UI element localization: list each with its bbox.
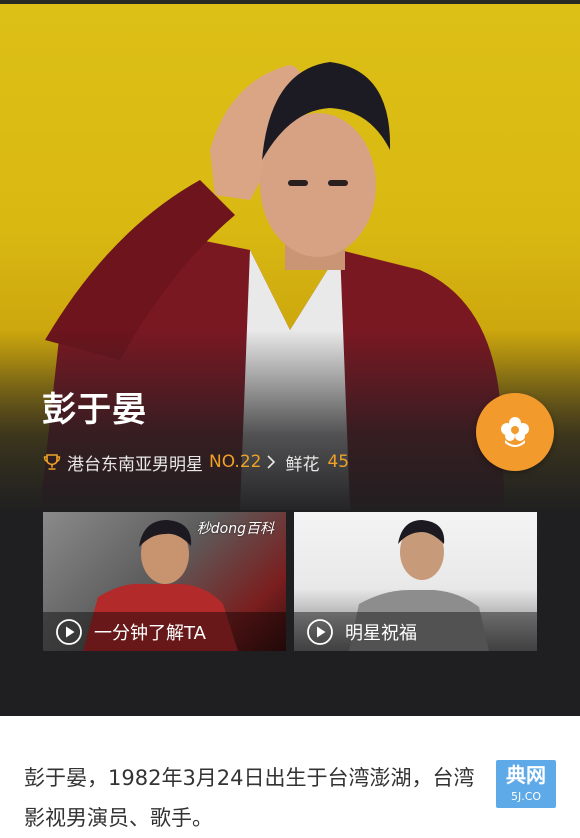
video-watermark: 秒dong百科 xyxy=(196,521,274,537)
flowers-label: 鲜花 xyxy=(285,454,320,475)
ranking-category: 港台东南亚男明星 xyxy=(67,454,203,475)
video-title: 一分钟了解TA xyxy=(94,622,206,644)
bio-section: 彭于晏，1982年3月24日出生于台湾澎湖，台湾影视男演员、歌手。 xyxy=(0,716,580,830)
video-caption-bar: 明星祝福 xyxy=(294,612,537,651)
ranking-number: NO.22 xyxy=(209,452,262,472)
bio-text: 彭于晏，1982年3月24日出生于台湾澎湖，台湾影视男演员、歌手。 xyxy=(24,766,475,830)
flower-icon xyxy=(501,417,529,447)
ranking-row[interactable]: 港台东南亚男明星 NO.22 鲜花 45 xyxy=(42,450,350,475)
star-hero: 彭于晏 港台东南亚男明星 NO.22 鲜花 45 秒dong百科 一分钟了解TA… xyxy=(0,0,580,716)
site-badge-line2: 5J.CO xyxy=(510,790,542,803)
video-card-greeting[interactable]: 明星祝福 xyxy=(294,512,537,651)
trophy-icon xyxy=(43,454,61,470)
send-flower-button[interactable] xyxy=(476,393,554,471)
video-card-intro[interactable]: 秒dong百科 一分钟了解TA xyxy=(43,512,286,651)
video-caption-bar: 一分钟了解TA xyxy=(43,612,286,651)
flowers-count: 45 xyxy=(327,452,350,472)
site-watermark-badge: 典网 5J.CO xyxy=(496,760,556,808)
video-title: 明星祝福 xyxy=(345,622,417,644)
play-circle-icon xyxy=(307,618,333,645)
chevron-right-icon xyxy=(267,455,276,469)
site-badge-line1: 典网 xyxy=(506,763,546,787)
star-name: 彭于晏 xyxy=(42,390,147,430)
play-circle-icon xyxy=(56,618,82,645)
